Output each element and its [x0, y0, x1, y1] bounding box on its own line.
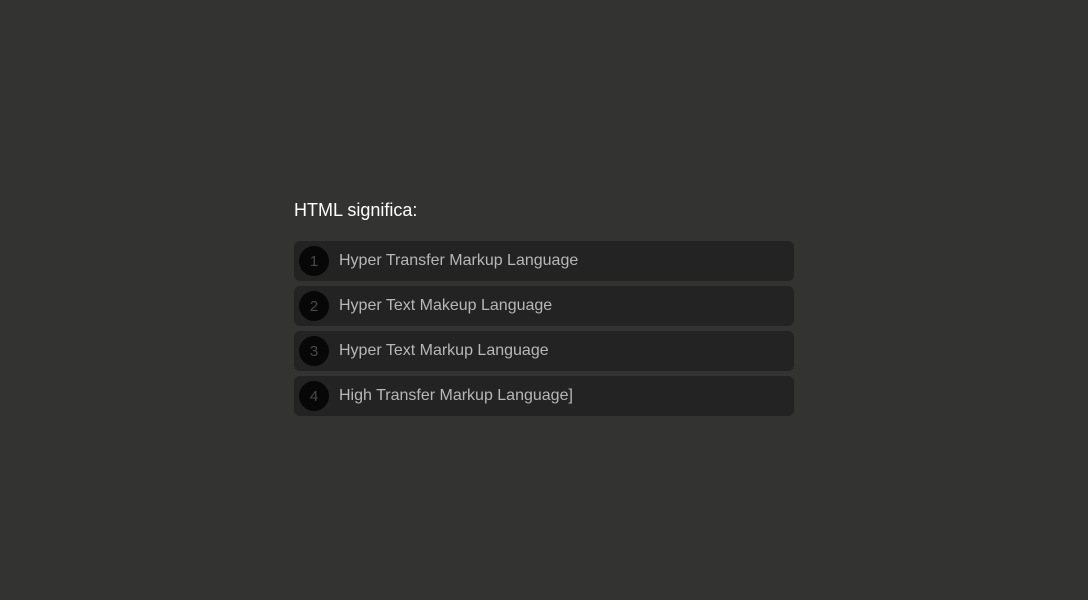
option-number-badge: 2: [299, 291, 329, 321]
answer-options-list: 1 Hyper Transfer Markup Language 2 Hyper…: [294, 241, 794, 416]
option-number-badge: 4: [299, 381, 329, 411]
answer-option-2[interactable]: 2 Hyper Text Makeup Language: [294, 286, 794, 326]
option-number-badge: 1: [299, 246, 329, 276]
answer-option-4[interactable]: 4 High Transfer Markup Language]: [294, 376, 794, 416]
option-label: High Transfer Markup Language]: [339, 387, 573, 404]
option-label: Hyper Text Makeup Language: [339, 297, 553, 314]
question-text: HTML significa:: [294, 200, 418, 220]
quiz-card: HTML significa: 1 Hyper Transfer Markup …: [294, 198, 794, 421]
option-number-badge: 3: [299, 336, 329, 366]
answer-option-3[interactable]: 3 Hyper Text Markup Language: [294, 331, 794, 371]
answer-option-1[interactable]: 1 Hyper Transfer Markup Language: [294, 241, 794, 281]
option-label: Hyper Text Markup Language: [339, 342, 549, 359]
option-label: Hyper Transfer Markup Language: [339, 252, 579, 269]
